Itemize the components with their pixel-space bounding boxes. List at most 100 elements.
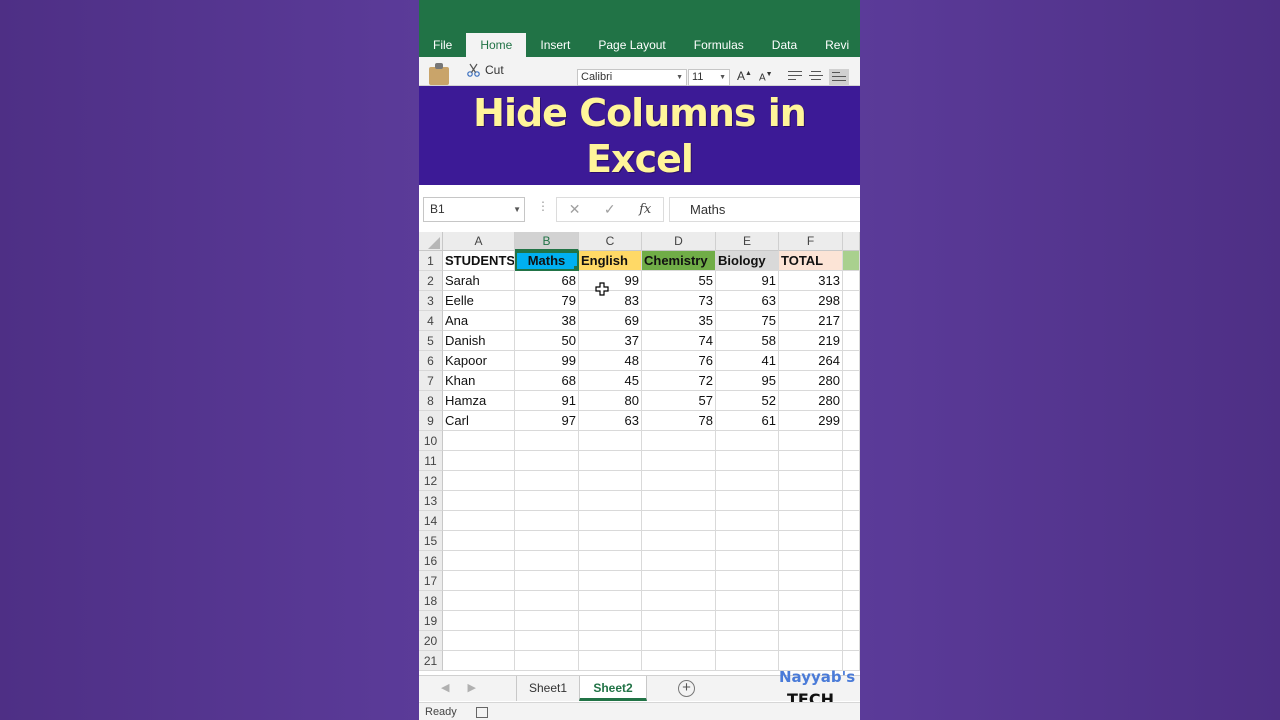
grid-cell[interactable] xyxy=(843,551,860,571)
row-header[interactable]: 12 xyxy=(419,471,443,491)
row-header[interactable]: 3 xyxy=(419,291,443,311)
grid-cell[interactable]: 35 xyxy=(642,311,716,331)
grid-cell[interactable] xyxy=(515,651,579,671)
font-size-select[interactable]: 11 ▼ xyxy=(688,69,730,86)
grid-cell[interactable] xyxy=(716,611,779,631)
grid-cell[interactable]: 72 xyxy=(642,371,716,391)
grid-cell[interactable]: 91 xyxy=(716,271,779,291)
row-header[interactable]: 7 xyxy=(419,371,443,391)
grid-cell[interactable] xyxy=(642,451,716,471)
grid-cell[interactable]: 41 xyxy=(716,351,779,371)
grid-cell[interactable] xyxy=(443,511,515,531)
row-header[interactable]: 18 xyxy=(419,591,443,611)
grid-cell[interactable] xyxy=(843,351,860,371)
grid-cell[interactable] xyxy=(515,511,579,531)
grid-cell[interactable]: 61 xyxy=(716,411,779,431)
column-header-f[interactable]: F xyxy=(779,232,843,251)
grid-cell[interactable]: 78 xyxy=(642,411,716,431)
grid-cell[interactable] xyxy=(515,451,579,471)
grid-cell[interactable]: 50 xyxy=(515,331,579,351)
grid-cell[interactable] xyxy=(716,651,779,671)
grid-cell[interactable] xyxy=(843,251,860,271)
grid-cell[interactable] xyxy=(843,571,860,591)
grid-cell[interactable]: 313 xyxy=(779,271,843,291)
grid-cell[interactable] xyxy=(443,631,515,651)
grid-cell[interactable]: 298 xyxy=(779,291,843,311)
grid-cell[interactable] xyxy=(443,651,515,671)
grid-cell[interactable]: 79 xyxy=(515,291,579,311)
grid-cell[interactable] xyxy=(443,551,515,571)
grid-cell[interactable] xyxy=(642,551,716,571)
align-middle-icon[interactable] xyxy=(809,71,823,83)
column-header-g[interactable] xyxy=(843,232,860,251)
grid-cell[interactable] xyxy=(515,591,579,611)
grid-cell[interactable] xyxy=(443,471,515,491)
grid-cell[interactable]: 219 xyxy=(779,331,843,351)
grid-cell[interactable] xyxy=(515,571,579,591)
grid-cell[interactable]: 80 xyxy=(579,391,642,411)
header-cell[interactable]: Chemistry xyxy=(642,251,716,271)
grid-cell[interactable] xyxy=(779,451,843,471)
grid-cell[interactable]: Ana xyxy=(443,311,515,331)
column-header-b[interactable]: B xyxy=(515,232,579,251)
grid-cell[interactable]: Eelle xyxy=(443,291,515,311)
grid-cell[interactable]: 48 xyxy=(579,351,642,371)
add-sheet-button[interactable]: + xyxy=(678,680,695,697)
grid-cell[interactable] xyxy=(579,571,642,591)
row-header[interactable]: 6 xyxy=(419,351,443,371)
formula-input[interactable]: Maths xyxy=(669,197,860,222)
header-cell[interactable]: Maths xyxy=(515,251,579,271)
grid-cell[interactable] xyxy=(579,551,642,571)
grid-cell[interactable]: 299 xyxy=(779,411,843,431)
column-header-c[interactable]: C xyxy=(579,232,642,251)
decrease-font-button[interactable]: A▼ xyxy=(759,71,773,83)
grid-cell[interactable] xyxy=(443,531,515,551)
grid-cell[interactable] xyxy=(779,511,843,531)
grid-cell[interactable]: 99 xyxy=(579,271,642,291)
grid-cell[interactable] xyxy=(579,431,642,451)
row-header[interactable]: 20 xyxy=(419,631,443,651)
grid-cell[interactable]: 217 xyxy=(779,311,843,331)
grid-cell[interactable]: 52 xyxy=(716,391,779,411)
grid-cell[interactable] xyxy=(779,591,843,611)
grid-cell[interactable]: 91 xyxy=(515,391,579,411)
grid-cell[interactable] xyxy=(515,491,579,511)
tab-file[interactable]: File xyxy=(419,33,466,57)
grid-cell[interactable] xyxy=(579,631,642,651)
row-header[interactable]: 21 xyxy=(419,651,443,671)
grid-cell[interactable] xyxy=(443,591,515,611)
grid-cell[interactable] xyxy=(443,491,515,511)
grid-cell[interactable]: 37 xyxy=(579,331,642,351)
grid-cell[interactable] xyxy=(843,331,860,351)
grid-cell[interactable]: 75 xyxy=(716,311,779,331)
grid-cell[interactable] xyxy=(843,371,860,391)
column-header-d[interactable]: D xyxy=(642,232,716,251)
cut-button[interactable]: Cut xyxy=(467,63,504,77)
tab-review[interactable]: Revi xyxy=(811,33,860,57)
grid-cell[interactable] xyxy=(843,471,860,491)
grid-cell[interactable]: 73 xyxy=(642,291,716,311)
grid-cell[interactable] xyxy=(779,551,843,571)
header-cell[interactable]: TOTAL xyxy=(779,251,843,271)
enter-icon[interactable]: ✓ xyxy=(604,201,616,218)
tab-page-layout[interactable]: Page Layout xyxy=(584,33,679,57)
grid-cell[interactable]: Hamza xyxy=(443,391,515,411)
grid-cell[interactable]: 95 xyxy=(716,371,779,391)
grid-cell[interactable] xyxy=(716,491,779,511)
grid-cell[interactable] xyxy=(843,451,860,471)
grid-cell[interactable]: 38 xyxy=(515,311,579,331)
grid-cell[interactable]: 69 xyxy=(579,311,642,331)
grid-cell[interactable]: Kapoor xyxy=(443,351,515,371)
accessibility-icon[interactable] xyxy=(476,707,488,718)
grid-cell[interactable]: Khan xyxy=(443,371,515,391)
grid-cell[interactable] xyxy=(779,531,843,551)
grid-cell[interactable] xyxy=(716,471,779,491)
grid-cell[interactable] xyxy=(716,631,779,651)
grid-cell[interactable]: 76 xyxy=(642,351,716,371)
grid-cell[interactable] xyxy=(779,471,843,491)
grid-cell[interactable]: 99 xyxy=(515,351,579,371)
grid-cell[interactable] xyxy=(716,511,779,531)
column-header-e[interactable]: E xyxy=(716,232,779,251)
grid-cell[interactable] xyxy=(579,491,642,511)
grid-cell[interactable]: 280 xyxy=(779,391,843,411)
